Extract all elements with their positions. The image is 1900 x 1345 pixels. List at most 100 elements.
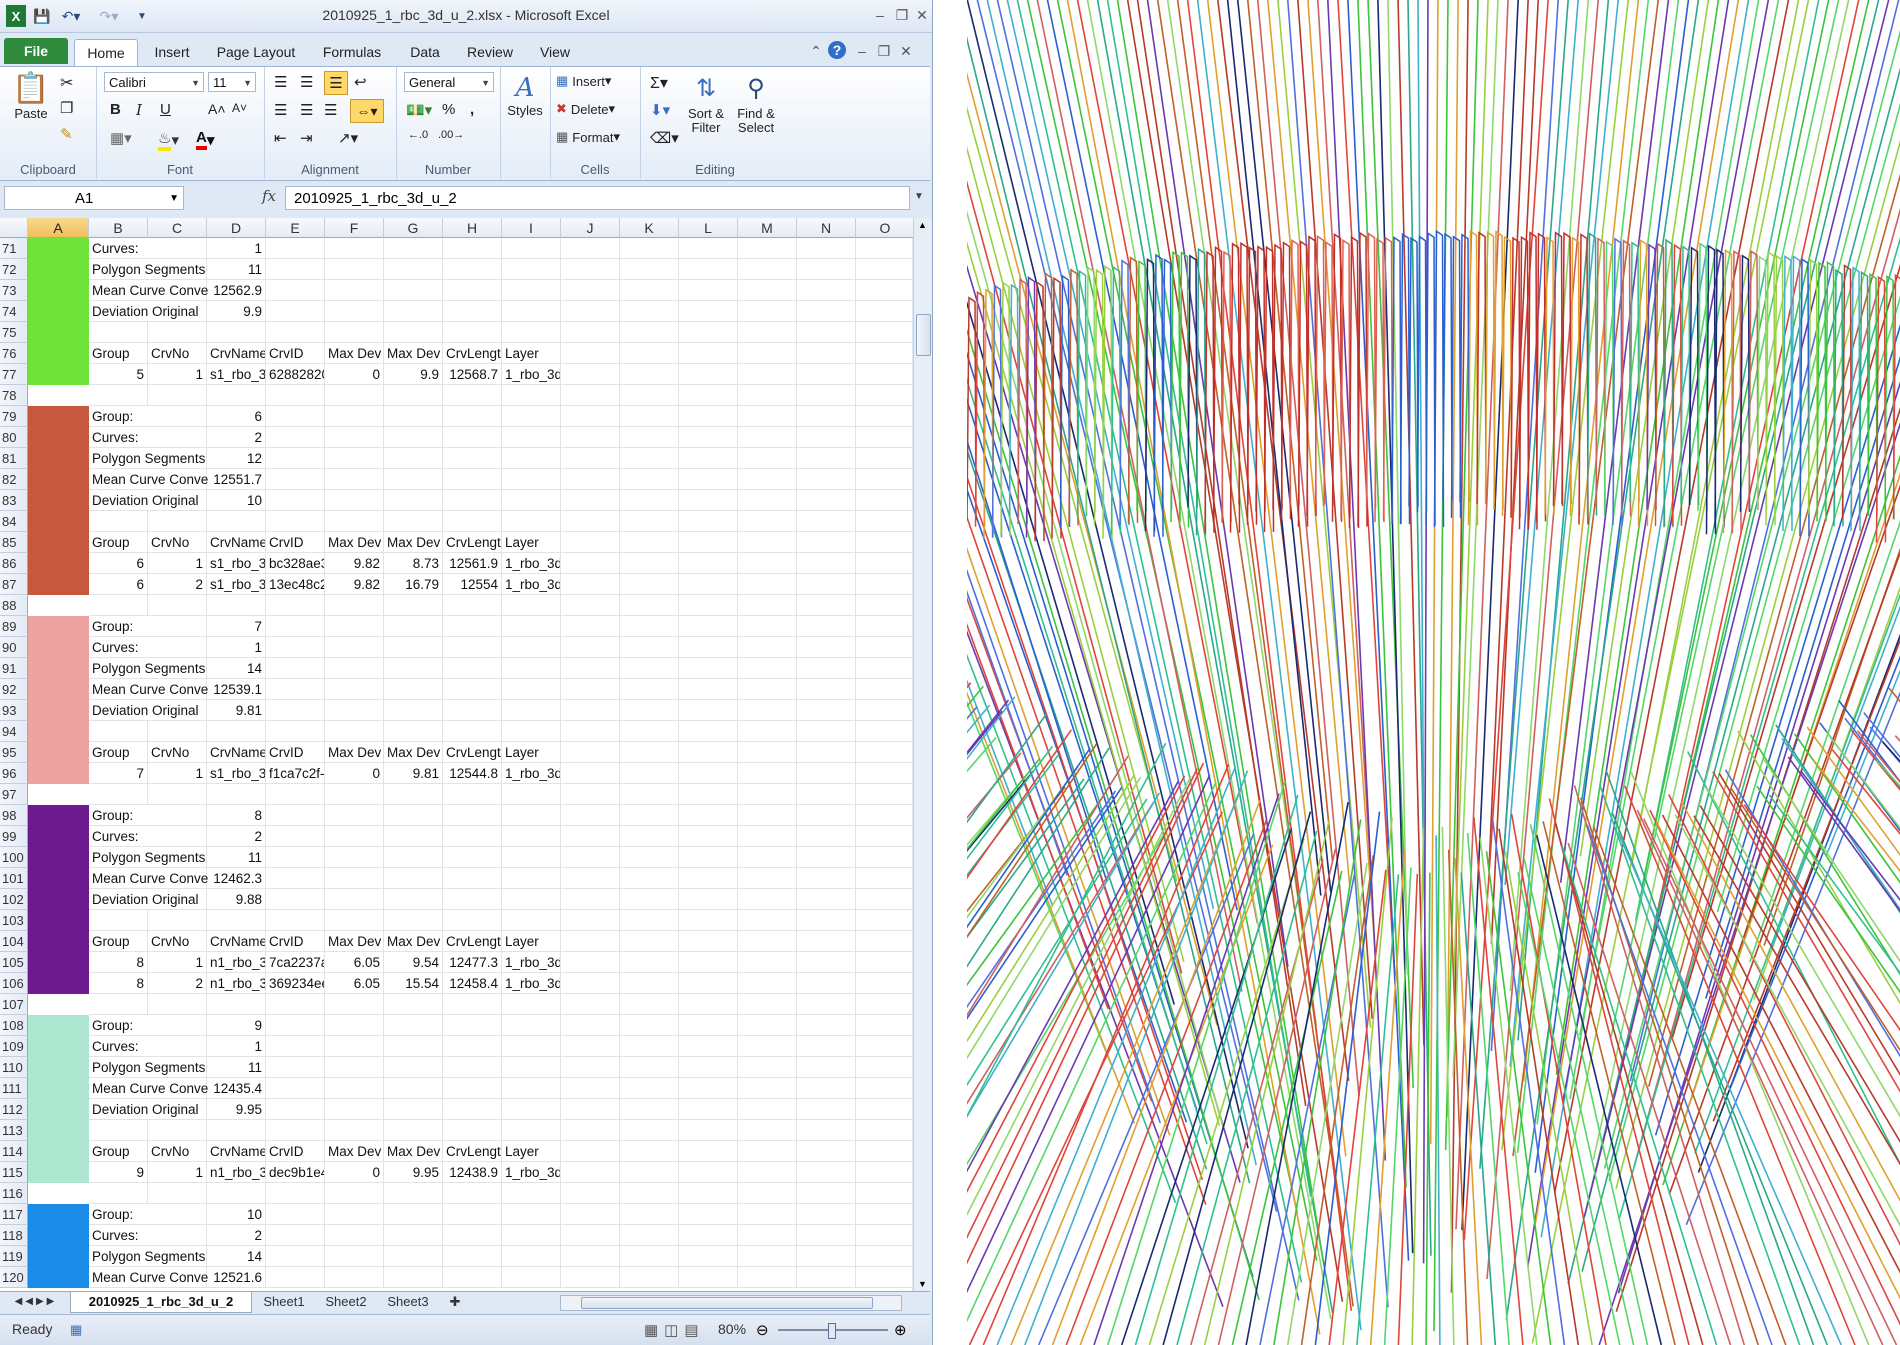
view-mode-icons[interactable]: ▦◫▤ [644,1321,705,1339]
cell-m[interactable] [738,1120,797,1141]
row-header[interactable]: 120 [0,1267,28,1288]
cell-n[interactable] [797,994,856,1015]
cell-f[interactable] [325,1267,384,1288]
cell-l[interactable] [679,574,738,595]
row-header[interactable]: 110 [0,1057,28,1078]
cell-j[interactable] [561,490,620,511]
cell-j[interactable] [561,1078,620,1099]
cell-k[interactable] [620,238,679,259]
cell-e[interactable] [266,847,325,868]
cell-l[interactable] [679,364,738,385]
cell-d[interactable]: 12462.3 [207,868,266,889]
cell-k[interactable] [620,910,679,931]
cell-d[interactable]: n1_rbo_3 [207,952,266,973]
cell-d[interactable]: 9.88 [207,889,266,910]
cell-g[interactable] [384,1036,443,1057]
row-header[interactable]: 106 [0,973,28,994]
cell-m[interactable] [738,448,797,469]
cell-d[interactable] [207,595,266,616]
cell-o[interactable] [856,1183,912,1204]
cell-f[interactable]: 0 [325,1162,384,1183]
orientation-icon[interactable]: ↗▾ [338,129,358,147]
row-header[interactable]: 78 [0,385,28,406]
cell-n[interactable] [797,1099,856,1120]
cell-h[interactable] [443,889,502,910]
scroll-up-icon[interactable]: ▲ [918,220,927,230]
cell-k[interactable] [620,847,679,868]
styles-button[interactable]: A Styles [507,73,542,118]
cell-e[interactable] [266,301,325,322]
cell-j[interactable] [561,574,620,595]
cell-l[interactable] [679,511,738,532]
column-header-k[interactable]: K [620,218,679,238]
cell-b[interactable]: Group [89,343,148,364]
column-header-m[interactable]: M [738,218,797,238]
cell-m[interactable] [738,343,797,364]
cell-g[interactable] [384,1078,443,1099]
cell-f[interactable] [325,301,384,322]
cell-k[interactable] [620,1141,679,1162]
cell-k[interactable] [620,1204,679,1225]
cell-m[interactable] [738,364,797,385]
cell-g[interactable] [384,889,443,910]
cell-f[interactable]: 9.82 [325,574,384,595]
cell-d[interactable]: s1_rbo_3 [207,553,266,574]
horizontal-scrollbar[interactable] [560,1295,902,1311]
cell-b[interactable]: Mean Curve Conve [89,1078,208,1099]
cell-g[interactable] [384,322,443,343]
cell-h[interactable]: 12544.8 [443,763,502,784]
cell-h[interactable] [443,700,502,721]
cell-n[interactable] [797,469,856,490]
cell-g[interactable] [384,1015,443,1036]
cell-o[interactable] [856,973,912,994]
cell-f[interactable] [325,868,384,889]
cell-f[interactable] [325,637,384,658]
cell-h[interactable] [443,406,502,427]
cell-n[interactable] [797,1204,856,1225]
cell-m[interactable] [738,1015,797,1036]
cell-k[interactable] [620,931,679,952]
cell-c[interactable] [148,784,207,805]
cell-i[interactable] [502,847,561,868]
cell-d[interactable]: 9.9 [207,301,266,322]
cell-j[interactable] [561,616,620,637]
cell-k[interactable] [620,1183,679,1204]
cell-e[interactable] [266,280,325,301]
cell-m[interactable] [738,1246,797,1267]
cell-l[interactable] [679,1036,738,1057]
zoom-in-icon[interactable]: ⊕ [894,1321,907,1339]
cell-d[interactable] [207,1183,266,1204]
cell-i[interactable] [502,1099,561,1120]
cell-m[interactable] [738,280,797,301]
cell-e[interactable] [266,385,325,406]
cell-j[interactable] [561,679,620,700]
cell-b[interactable]: Group [89,1141,148,1162]
cell-c[interactable]: CrvNo [148,742,207,763]
cell-e[interactable]: 13ec48c2 [266,574,325,595]
cell-i[interactable]: Layer [502,1141,561,1162]
cell-k[interactable] [620,1099,679,1120]
cell-m[interactable] [738,952,797,973]
cell-b[interactable]: Mean Curve Conve [89,280,208,301]
cell-i[interactable] [502,280,561,301]
cell-d[interactable]: 1 [207,238,266,259]
cell-d[interactable] [207,1120,266,1141]
cell-n[interactable] [797,238,856,259]
cell-l[interactable] [679,322,738,343]
cell-g[interactable] [384,280,443,301]
cell-j[interactable] [561,805,620,826]
cell-n[interactable] [797,910,856,931]
cell-i[interactable] [502,238,561,259]
decrease-indent-icon[interactable]: ⇤ [274,129,287,147]
sheet-nav-icon[interactable]: ◀◀▶▶ [6,1292,66,1312]
cell-f[interactable] [325,784,384,805]
row-header[interactable]: 102 [0,889,28,910]
cell-e[interactable] [266,1246,325,1267]
cell-g[interactable]: 9.81 [384,763,443,784]
cell-n[interactable] [797,532,856,553]
cell-o[interactable] [856,1204,912,1225]
cell-e[interactable] [266,868,325,889]
cell-k[interactable] [620,1036,679,1057]
row-header[interactable]: 119 [0,1246,28,1267]
cell-f[interactable] [325,826,384,847]
